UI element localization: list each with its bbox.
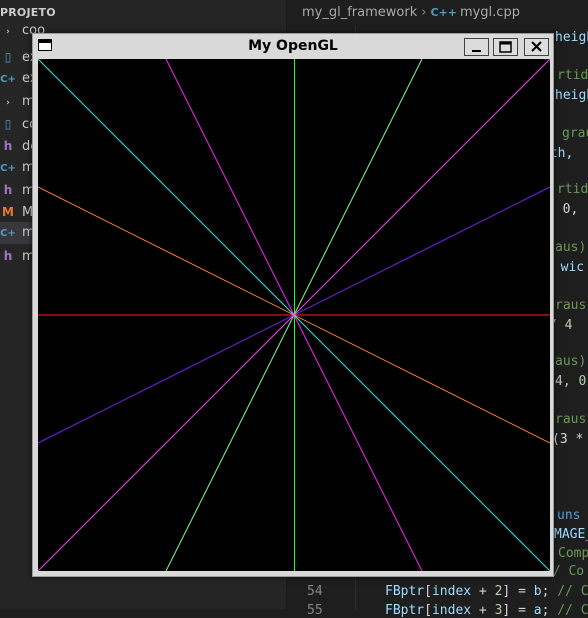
breadcrumb: my_gl_framework › C++ mygl.cpp <box>287 0 588 26</box>
makefile-icon: M <box>2 205 14 219</box>
code-fragment: rtido <box>557 182 588 197</box>
code-fragment: heigh <box>555 88 588 103</box>
breadcrumb-file[interactable]: mygl.cpp <box>460 5 520 20</box>
code-fragment: aus) <box>555 354 587 369</box>
code-fragment: uns <box>557 508 581 523</box>
line-number: 55 <box>307 603 323 618</box>
header-file-icon: h <box>3 183 13 197</box>
explorer-item[interactable]: hm <box>0 179 35 201</box>
code-fragment: rtido <box>557 68 588 83</box>
code-fragment: MAGE_ <box>554 527 588 542</box>
gl-canvas[interactable] <box>37 58 551 572</box>
file-icon: ▯ <box>4 117 12 131</box>
folder-chevron-icon: › <box>6 27 10 37</box>
cpp-file-icon: C+ <box>0 74 16 85</box>
file-icon: ▯ <box>4 50 12 64</box>
opengl-window[interactable]: My OpenGL <box>32 33 554 577</box>
code-fragment: 4, 0 <box>555 374 587 389</box>
header-file-icon: h <box>3 249 13 263</box>
minimize-button[interactable] <box>464 38 489 56</box>
code-fragment: raus <box>555 412 587 427</box>
code-fragment: heigh <box>555 30 588 45</box>
gl-drawing <box>37 58 551 572</box>
code-fragment: Comp <box>558 546 588 561</box>
breadcrumb-separator: › <box>421 5 427 20</box>
close-button[interactable] <box>524 38 549 56</box>
line-number: 54 <box>307 584 323 599</box>
cpp-file-icon: C++ <box>430 6 457 19</box>
explorer-item[interactable]: C+ m <box>0 157 35 179</box>
code-fragment: aus) <box>555 240 587 255</box>
maximize-icon <box>499 41 512 53</box>
explorer-item[interactable]: hm <box>0 245 35 267</box>
cpp-file-icon: C+ <box>0 228 16 239</box>
breadcrumb-folder[interactable]: my_gl_framework <box>302 5 417 20</box>
maximize-button[interactable] <box>493 38 518 56</box>
window-titlebar[interactable]: My OpenGL <box>33 34 553 59</box>
explorer-item[interactable]: MM <box>0 201 33 223</box>
minimize-icon <box>472 50 481 52</box>
explorer-title: PROJETO <box>0 6 56 19</box>
close-icon <box>531 41 542 52</box>
code-fragment: raus) <box>555 298 588 313</box>
header-file-icon: h <box>3 139 13 153</box>
folder-chevron-icon: › <box>6 98 10 108</box>
code-fragment: grau <box>562 126 588 141</box>
cpp-file-icon: C+ <box>0 163 16 174</box>
code-line: FBptr[index + 3] = a; // C <box>385 603 588 618</box>
code-line: FBptr[index + 2] = b; // Co <box>385 584 588 599</box>
code-fragment: (3 * <box>552 432 584 447</box>
